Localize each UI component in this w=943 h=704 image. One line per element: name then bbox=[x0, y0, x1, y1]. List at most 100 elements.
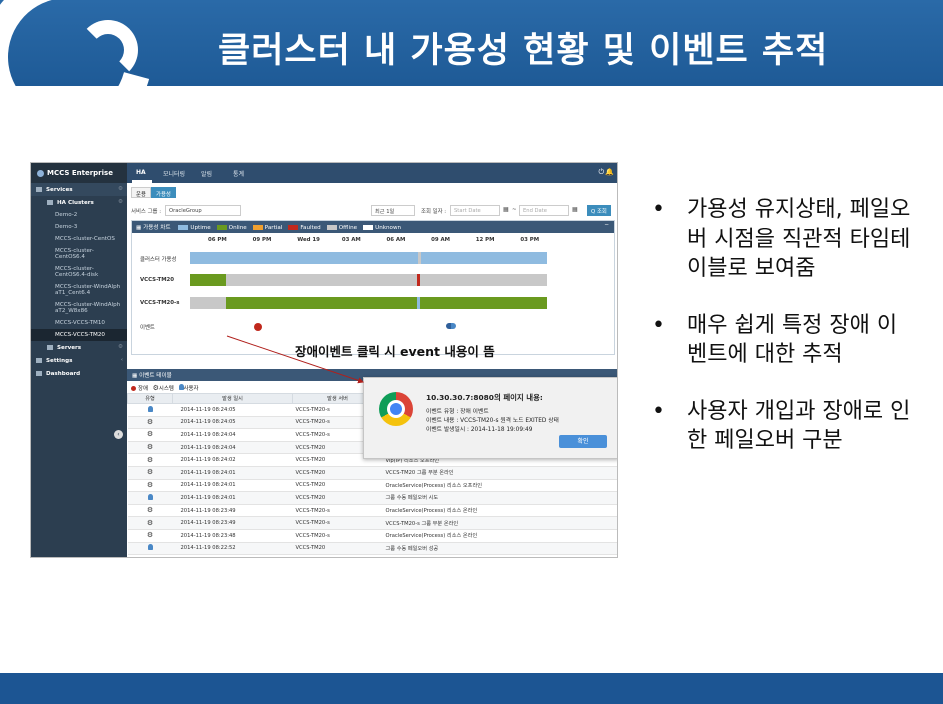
sidebar-item-cluster[interactable]: Demo-3 bbox=[31, 221, 127, 233]
collapse-sidebar-icon[interactable]: ‹ bbox=[114, 430, 123, 439]
filter-bar: 서비스 그룹 : OracleGroup 최근 1일 조회 일자 : Start… bbox=[131, 205, 615, 216]
table-row[interactable]: ⚙ 2014-11-19 08:24:01 VCCS-TM20 VCCS-TM20 그… bbox=[127, 466, 617, 480]
alert-line: 이벤트 유형 : 장애 이벤트 bbox=[426, 409, 489, 415]
sidebar-item-cluster[interactable]: MCCS-cluster-CentOS6.4 bbox=[31, 245, 125, 263]
event-message-cell: OracleService(Process) 리소스 오프라인 bbox=[382, 479, 617, 493]
monitor-icon bbox=[47, 345, 53, 350]
legend-item: Offline bbox=[326, 225, 358, 231]
timeline-segment[interactable] bbox=[421, 252, 547, 264]
tab-alerts[interactable]: 알림 bbox=[201, 169, 212, 178]
fault-event-marker[interactable] bbox=[253, 323, 262, 331]
event-server-cell: VCCS-TM20 bbox=[292, 466, 383, 480]
timeline-segment[interactable] bbox=[190, 252, 419, 264]
sidebar-item-settings[interactable]: Settings ‹ bbox=[31, 354, 127, 367]
sidebar-item-cluster[interactable]: MCCS-cluster-WindAlphaT2_W8x86 bbox=[31, 299, 127, 317]
event-time-cell: 2014-11-19 08:24:04 bbox=[172, 441, 293, 455]
legend-swatch bbox=[326, 225, 337, 230]
sidebar-item-cluster-active[interactable]: MCCS-VCCS-TM20 bbox=[31, 329, 127, 341]
timeline-segment[interactable] bbox=[420, 297, 547, 309]
calendar-icon[interactable]: ▦ bbox=[572, 206, 578, 213]
sidebar-item-services[interactable]: Services ⚙ bbox=[31, 183, 127, 196]
timeline-segment[interactable] bbox=[190, 274, 226, 286]
event-time-cell: 2014-11-19 08:23:48 bbox=[172, 529, 293, 543]
service-group-select[interactable]: OracleGroup bbox=[165, 205, 241, 216]
timeline-segment[interactable] bbox=[225, 274, 418, 286]
user-event-marker[interactable] bbox=[446, 323, 457, 329]
user-icon bbox=[147, 405, 153, 412]
bullet-item: • 가용성 유지상태, 페일오버 시점을 직관적 타임테이블로 보여줌 bbox=[652, 197, 911, 281]
sidebar-item-servers[interactable]: Servers ⚙ bbox=[31, 341, 127, 354]
calendar-icon[interactable]: ▦ bbox=[503, 206, 509, 213]
event-message-cell: 그룹 수동 페일오버 시도 bbox=[382, 491, 617, 505]
event-type-cell bbox=[127, 403, 173, 417]
alert-line: 이벤트 내용 : VCCS-TM20-s 원격 노드 EXITED 상태 bbox=[426, 418, 559, 424]
slide-title: 클러스터 내 가용성 현황 및 이벤트 추적 bbox=[218, 31, 829, 71]
start-date-input[interactable]: Start Date bbox=[450, 205, 500, 216]
table-row[interactable]: ⚙ 2014-11-19 08:23:49 VCCS-TM20-s OracleSer… bbox=[127, 504, 617, 518]
date-separator: ~ bbox=[512, 207, 517, 213]
tab-operation[interactable]: 운용 bbox=[131, 187, 151, 198]
fault-icon bbox=[131, 386, 136, 391]
minimize-button[interactable]: − bbox=[604, 222, 609, 228]
gear-icon: ⚙ bbox=[146, 531, 154, 540]
timeline-segment[interactable] bbox=[225, 297, 418, 309]
ok-button[interactable]: 확인 bbox=[559, 435, 607, 448]
sidebar-item-cluster[interactable]: MCCS-VCCS-TM10 bbox=[31, 317, 127, 329]
title-bar: 클러스터 내 가용성 현황 및 이벤트 추적 bbox=[0, 0, 943, 86]
tab-monitoring[interactable]: 모니터링 bbox=[163, 169, 185, 178]
timeline-segment[interactable] bbox=[419, 274, 547, 286]
tab-ha[interactable]: HA bbox=[136, 169, 146, 176]
sidebar-item-dashboard[interactable]: Dashboard bbox=[31, 367, 127, 380]
table-row[interactable]: ⚙ 2014-11-19 08:23:49 VCCS-TM20-s VCCS-TM20… bbox=[127, 516, 617, 530]
legend-label: Partial bbox=[264, 225, 283, 231]
gear-icon: ⚙ bbox=[146, 518, 154, 527]
gear-icon: ⚙ bbox=[146, 455, 154, 464]
chart-panel-header: ▦ 가용성 차트 Uptime Online Partial Faulted Offli… bbox=[132, 221, 614, 233]
table-row[interactable]: 2014-11-19 08:24:01 VCCS-TM20 그룹 수동 페일오버 시… bbox=[127, 491, 617, 505]
alert-title: 10.30.30.7:8080의 페이지 내용: bbox=[426, 393, 543, 402]
settings-icon[interactable]: ⚙ bbox=[118, 344, 123, 350]
bullet-item: • 사용자 개입과 장애로 인한 페일오버 구분 bbox=[652, 398, 911, 454]
table-row[interactable]: ⚙ 2014-11-19 08:24:01 VCCS-TM20 OracleServi… bbox=[127, 479, 617, 493]
period-select[interactable]: 최근 1일 bbox=[371, 205, 415, 216]
event-server-cell: VCCS-TM20-s bbox=[292, 529, 383, 543]
bullet-item: • 매우 쉽게 특정 장애 이벤트에 대한 추적 bbox=[652, 312, 898, 368]
tab-stats[interactable]: 통계 bbox=[233, 169, 244, 178]
sidebar-item-cluster[interactable]: MCCS-cluster-CentOS bbox=[31, 233, 127, 245]
event-message-cell: 그룹 수동 페일오버 성공 bbox=[382, 542, 617, 556]
table-row[interactable]: ⚙ 2014-11-19 08:23:48 VCCS-TM20-s OracleSer… bbox=[127, 529, 617, 543]
tick-label: 09 AM bbox=[431, 237, 451, 243]
end-date-input[interactable]: End Date bbox=[519, 205, 569, 216]
timeline-track bbox=[190, 297, 547, 309]
legend-label: Unknown bbox=[375, 225, 402, 231]
column-header[interactable]: 발생 일시 bbox=[172, 393, 293, 404]
event-time-cell: 2014-11-19 08:23:49 bbox=[172, 504, 293, 518]
power-icon[interactable]: ⏻ bbox=[598, 168, 604, 177]
alert-dialog: 10.30.30.7:8080의 페이지 내용: 이벤트 유형 : 장애 이벤트… bbox=[363, 377, 617, 459]
legend-label: Offline bbox=[338, 225, 358, 231]
timeline-track bbox=[190, 252, 547, 264]
search-button[interactable]: Q 조회 bbox=[587, 205, 611, 216]
tab-availability[interactable]: 가용성 bbox=[151, 187, 176, 198]
sidebar-item-cluster[interactable]: MCCS-cluster-CentOS6.4-disk bbox=[31, 263, 125, 281]
bullet-dot: • bbox=[652, 312, 665, 338]
legend-label: Online bbox=[228, 225, 247, 231]
row-label: VCCS-TM20 bbox=[140, 277, 175, 283]
footer-bar bbox=[0, 673, 943, 704]
chevron-icon: ‹ bbox=[120, 357, 123, 363]
table-row[interactable]: 2014-11-19 08:22:52 VCCS-TM20 그룹 수동 페일오버 성… bbox=[127, 542, 617, 556]
event-message-cell: OracleService(Process) 리소스 온라인 bbox=[382, 504, 617, 518]
sidebar-item-cluster[interactable]: MCCS-cluster-WindAlphaT1_Cent6.4 bbox=[31, 281, 127, 299]
event-type-cell: ⚙ bbox=[127, 466, 173, 480]
settings-icon[interactable]: ⚙ bbox=[118, 199, 123, 205]
sidebar-item-cluster[interactable]: Demo-2 bbox=[31, 209, 127, 221]
alert-line: 이벤트 발생일시 : 2014-11-18 19:09:49 bbox=[426, 427, 533, 433]
event-time-cell: 2014-11-19 08:22:52 bbox=[172, 542, 293, 556]
sidebar-item-ha-clusters[interactable]: HA Clusters ⚙ bbox=[31, 196, 127, 209]
settings-icon[interactable]: ⚙ bbox=[118, 186, 123, 192]
timeline-segment[interactable] bbox=[190, 297, 226, 309]
column-header[interactable]: 유형 bbox=[127, 393, 173, 404]
bullet-list: • 가용성 유지상태, 페일오버 시점을 직관적 타임테이블로 보여줌 • 매우 쉽… bbox=[652, 195, 912, 483]
legend-label: Uptime bbox=[190, 225, 211, 231]
bell-icon[interactable]: 🔔 bbox=[605, 168, 614, 176]
